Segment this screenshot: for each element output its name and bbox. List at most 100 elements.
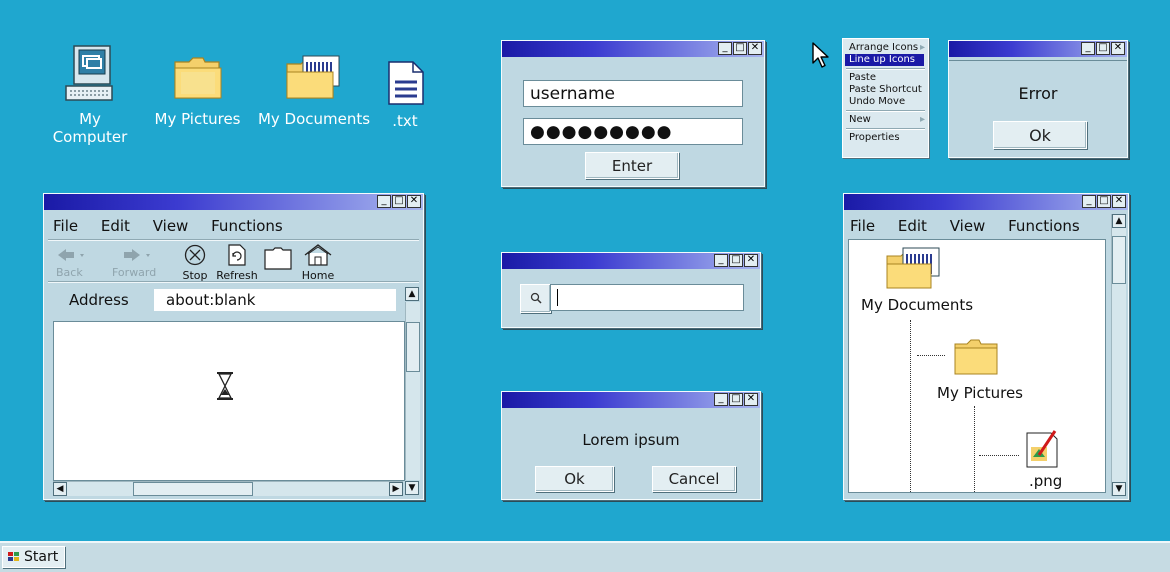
forward-arrow-icon <box>112 247 162 266</box>
tree-line <box>974 406 975 492</box>
menu-edit[interactable]: Edit <box>101 217 130 235</box>
home-button[interactable]: Home <box>300 244 336 282</box>
maximize-button[interactable]: □ <box>729 254 743 267</box>
menu-separator <box>846 128 925 130</box>
start-button[interactable]: Start <box>2 546 66 568</box>
menu-view[interactable]: View <box>950 217 986 235</box>
home-icon <box>300 244 336 269</box>
minimize-button[interactable]: _ <box>714 254 728 267</box>
menu-view[interactable]: View <box>153 217 189 235</box>
title-bar[interactable]: _ □ ✕ <box>949 41 1127 57</box>
scrollbar-thumb[interactable] <box>406 322 420 372</box>
scroll-right-arrow[interactable]: ▶ <box>389 482 403 496</box>
menu-item-undo-move[interactable]: Undo Move <box>843 96 928 108</box>
menu-functions[interactable]: Functions <box>1008 217 1080 235</box>
scroll-left-arrow[interactable]: ◀ <box>53 482 67 496</box>
menu-item-paste[interactable]: Paste <box>843 72 928 84</box>
menu-item-new[interactable]: New ▸ <box>843 114 928 126</box>
browser-content <box>53 321 405 481</box>
vertical-scrollbar[interactable]: ▲ ▼ <box>1111 214 1126 496</box>
vertical-scrollbar[interactable] <box>405 302 420 480</box>
address-label: Address <box>69 291 129 309</box>
menu-item-properties[interactable]: Properties <box>843 132 928 144</box>
maximize-button[interactable]: □ <box>1097 195 1111 208</box>
title-bar[interactable]: _ □ ✕ <box>844 194 1128 210</box>
menu-item-arrange-icons[interactable]: Arrange Icons ▸ <box>843 42 928 54</box>
tree-view: My Documents My Pictures .png <box>848 239 1106 493</box>
tree-item-my-pictures[interactable]: My Pictures <box>937 384 1023 402</box>
stop-button[interactable]: Stop <box>180 244 210 282</box>
minimize-button[interactable]: _ <box>714 393 728 406</box>
close-button[interactable]: ✕ <box>744 254 758 267</box>
image-file-icon[interactable] <box>1025 427 1061 473</box>
refresh-button[interactable]: Refresh <box>214 244 260 282</box>
menu-separator <box>846 110 925 112</box>
text-file-icon <box>385 60 425 106</box>
start-label: Start <box>24 549 59 565</box>
menu-file[interactable]: File <box>850 217 875 235</box>
tree-item-png[interactable]: .png <box>1029 472 1062 490</box>
close-button[interactable]: ✕ <box>1111 42 1125 55</box>
scroll-down-arrow[interactable]: ▼ <box>405 481 419 495</box>
folder-icon[interactable] <box>953 336 999 380</box>
enter-button[interactable]: Enter <box>585 152 679 179</box>
menu-edit[interactable]: Edit <box>898 217 927 235</box>
close-button[interactable]: ✕ <box>748 42 762 55</box>
close-button[interactable]: ✕ <box>1112 195 1126 208</box>
minimize-button[interactable]: _ <box>1081 42 1095 55</box>
menu-item-line-up-icons[interactable]: Line up Icons <box>845 54 924 66</box>
maximize-button[interactable]: □ <box>729 393 743 406</box>
desktop-icon-my-computer[interactable]: My Computer <box>40 44 140 146</box>
title-bar[interactable]: _ □ ✕ <box>502 392 760 408</box>
desktop-icon-my-pictures[interactable]: My Pictures <box>150 52 245 128</box>
explorer-window: _ □ ✕ My Documents My Pictures .png File… <box>843 193 1129 500</box>
cancel-button[interactable]: Cancel <box>652 466 736 492</box>
search-button[interactable] <box>520 284 551 313</box>
message-text: Lorem ipsum <box>582 431 680 449</box>
desktop-icon-label: My Computer <box>52 110 128 146</box>
close-button[interactable]: ✕ <box>407 195 421 208</box>
close-button[interactable]: ✕ <box>744 393 758 406</box>
refresh-icon <box>214 244 260 269</box>
maximize-button[interactable]: □ <box>733 42 747 55</box>
forward-button[interactable]: Forward <box>112 247 162 279</box>
menu-item-paste-shortcut[interactable]: Paste Shortcut <box>843 84 928 96</box>
login-window: _ □ ✕ username ●●●●●●●●● Enter <box>501 40 765 187</box>
desktop-icon-my-documents[interactable]: My Documents <box>255 52 373 128</box>
scroll-down-arrow[interactable]: ▼ <box>1112 482 1126 496</box>
password-field[interactable]: ●●●●●●●●● <box>523 118 743 145</box>
menu-file[interactable]: File <box>53 217 78 235</box>
back-button[interactable]: Back <box>56 247 88 279</box>
maximize-button[interactable]: □ <box>392 195 406 208</box>
scroll-up-arrow[interactable]: ▲ <box>1112 214 1126 228</box>
desktop-icon-txt[interactable]: .txt <box>380 60 430 130</box>
title-bar[interactable]: _ □ ✕ <box>502 41 764 57</box>
browser-window: _ □ ✕ File Edit View Functions Back Forw… <box>43 193 424 500</box>
minimize-button[interactable]: _ <box>377 195 391 208</box>
computer-icon <box>60 44 120 104</box>
minimize-button[interactable]: _ <box>718 42 732 55</box>
search-input[interactable] <box>550 284 744 311</box>
folder-button[interactable] <box>264 246 292 274</box>
desktop-icon-label: My Documents <box>257 110 371 128</box>
error-ok-button[interactable]: Ok <box>993 121 1087 149</box>
title-bar[interactable]: _ □ ✕ <box>44 194 423 210</box>
documents-folder-icon[interactable] <box>885 246 943 294</box>
address-input[interactable]: about:blank <box>154 289 396 311</box>
scrollbar-thumb[interactable] <box>133 482 253 496</box>
scrollbar-thumb[interactable] <box>1112 236 1126 284</box>
scroll-up-arrow[interactable]: ▲ <box>405 287 419 301</box>
horizontal-scrollbar[interactable]: ◀ ▶ <box>53 481 403 496</box>
folder-outline-icon <box>264 246 292 274</box>
minimize-button[interactable]: _ <box>1082 195 1096 208</box>
ok-button[interactable]: Ok <box>535 466 614 492</box>
maximize-button[interactable]: □ <box>1096 42 1110 55</box>
error-window: _ □ ✕ Error Ok <box>948 40 1128 158</box>
title-bar[interactable]: _ □ ✕ <box>502 253 760 269</box>
tree-item-my-documents[interactable]: My Documents <box>861 296 973 314</box>
username-field[interactable]: username <box>523 80 743 107</box>
hourglass-icon <box>216 372 234 404</box>
menu-functions[interactable]: Functions <box>211 217 283 235</box>
forward-label: Forward <box>112 266 157 279</box>
menu-bar: File Edit View Functions <box>850 217 1098 235</box>
